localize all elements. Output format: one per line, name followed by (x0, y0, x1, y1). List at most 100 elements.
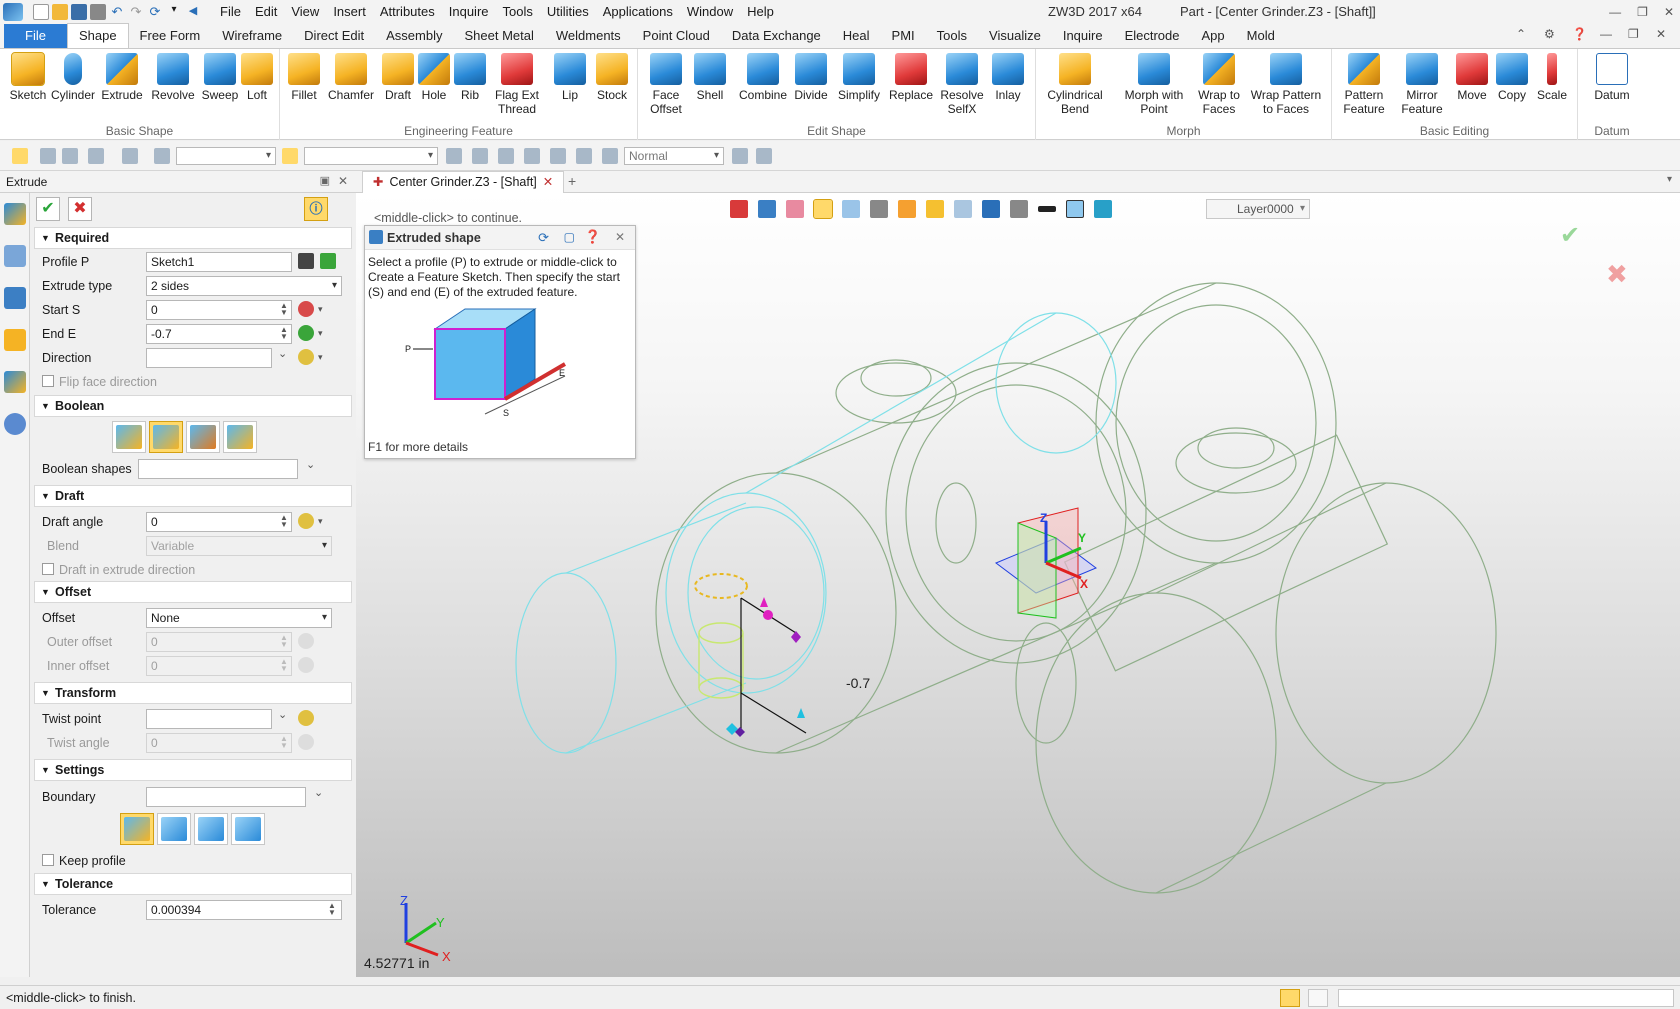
boolean-shapes-input[interactable] (138, 459, 298, 479)
stock-button[interactable]: Stock (592, 53, 632, 102)
combine-button[interactable]: Combine (736, 53, 790, 102)
toolbar-icon-5[interactable] (550, 148, 566, 164)
open-file-icon[interactable] (52, 4, 68, 20)
flip-checkbox[interactable] (42, 375, 54, 387)
inner-offset-input[interactable]: 0 (146, 656, 292, 676)
simplify-button[interactable]: Simplify (834, 53, 884, 102)
menu-edit[interactable]: Edit (248, 0, 284, 24)
twist-point-pick-icon[interactable] (298, 710, 314, 726)
new-tab-icon[interactable]: + (568, 173, 576, 189)
ok-button[interactable]: ✔ (36, 197, 60, 221)
divide-button[interactable]: Divide (790, 53, 832, 102)
twist-angle-spinner[interactable]: ▲ ▼ (280, 735, 288, 750)
inner-offset-spinner[interactable]: ▲ ▼ (280, 658, 288, 673)
toolbar-icon-7[interactable] (732, 148, 748, 164)
help-icon[interactable]: ❓ (1572, 27, 1587, 43)
menu-inquire[interactable]: Inquire (442, 0, 496, 24)
snap-combo[interactable] (304, 147, 438, 165)
twist-angle-pick-icon[interactable] (298, 734, 314, 750)
close-icon[interactable]: ✕ (1664, 0, 1674, 24)
boundary-input[interactable] (146, 787, 306, 807)
extrude-button[interactable]: Extrude (100, 53, 144, 102)
inner-offset-pick-icon[interactable] (298, 657, 314, 673)
tab-data-exchange[interactable]: Data Exchange (721, 24, 832, 48)
select-pointer-icon[interactable] (12, 148, 28, 164)
boundary-option-3-icon[interactable] (194, 813, 228, 845)
base-boolean-icon[interactable] (112, 421, 146, 453)
back-icon[interactable]: ◀ (185, 4, 201, 20)
boundary-option-4-icon[interactable] (231, 813, 265, 845)
filter-icon[interactable] (88, 148, 104, 164)
menu-file[interactable]: File (213, 0, 248, 24)
list-icon[interactable] (1308, 989, 1328, 1007)
tab-weldments[interactable]: Weldments (545, 24, 632, 48)
user-tab-icon[interactable] (3, 413, 26, 435)
help-close-icon[interactable]: ✕ (615, 230, 625, 244)
move-button[interactable]: Move (1452, 53, 1492, 102)
tab-direct-edit[interactable]: Direct Edit (293, 24, 375, 48)
tab-heal[interactable]: Heal (832, 24, 881, 48)
mirror-feature-button[interactable]: Mirror Feature (1394, 53, 1450, 116)
tree-tab-icon[interactable] (3, 287, 26, 309)
layout-icon[interactable] (1280, 989, 1300, 1007)
command-input[interactable] (1338, 989, 1674, 1007)
rib-button[interactable]: Rib (450, 53, 490, 102)
refresh-icon[interactable]: ⟳ (538, 230, 549, 246)
tab-file[interactable]: File (4, 24, 67, 48)
gallery-tab-icon[interactable] (3, 371, 26, 393)
cylindrical-bend-button[interactable]: Cylindrical Bend (1040, 53, 1110, 116)
resolve-selfx-button[interactable]: Resolve SelfX (938, 53, 986, 116)
restore-icon[interactable]: ❐ (1637, 0, 1648, 24)
toolbar-icon-2[interactable] (472, 148, 488, 164)
redo-icon[interactable]: ↷ (128, 4, 144, 20)
add-boolean-icon[interactable] (149, 421, 183, 453)
tolerance-spinner[interactable]: ▲ ▼ (328, 902, 336, 917)
toolbar-icon-8[interactable] (756, 148, 772, 164)
tab-wireframe[interactable]: Wireframe (211, 24, 293, 48)
toolbar-icon-4[interactable] (524, 148, 540, 164)
twist-angle-input[interactable]: 0 (146, 733, 292, 753)
replace-button[interactable]: Replace (888, 53, 934, 102)
gear-icon[interactable]: ⚙ (1544, 27, 1558, 43)
chamfer-button[interactable]: Chamfer (326, 53, 376, 102)
pattern-feature-button[interactable]: Pattern Feature (1334, 53, 1394, 116)
tab-mold[interactable]: Mold (1236, 24, 1286, 48)
keep-profile-checkbox[interactable] (42, 854, 54, 866)
cylinder-button[interactable]: Cylinder (50, 53, 96, 102)
undo-icon[interactable]: ↶ (109, 4, 125, 20)
tab-pmi[interactable]: PMI (881, 24, 926, 48)
end-spinner[interactable]: ▲ ▼ (280, 326, 288, 341)
sketch-button[interactable]: Sketch (6, 52, 50, 102)
double-chevron-icon[interactable]: ⌄ (278, 710, 287, 721)
tab-shape[interactable]: Shape (66, 23, 129, 48)
tab-point-cloud[interactable]: Point Cloud (632, 24, 721, 48)
fillet-button[interactable]: Fillet (284, 53, 324, 102)
start-pick-icon[interactable] (298, 301, 314, 317)
chevron-down-icon[interactable]: ▾ (166, 4, 182, 20)
menu-applications[interactable]: Applications (596, 0, 680, 24)
section-transform[interactable]: Transform (34, 682, 352, 704)
chevron-down-icon[interactable]: ▾ (318, 517, 323, 526)
menu-view[interactable]: View (284, 0, 326, 24)
document-tab[interactable]: ✚ Center Grinder.Z3 - [Shaft] ✕ (362, 171, 565, 193)
section-settings[interactable]: Settings (34, 759, 352, 781)
end-pick-icon[interactable] (298, 325, 314, 341)
draft-button[interactable]: Draft (378, 53, 418, 102)
print-icon[interactable] (90, 4, 106, 20)
refresh-icon[interactable]: ⟳ (147, 4, 163, 20)
tab-close-icon[interactable]: ✕ (543, 175, 553, 189)
draft-dir-checkbox[interactable] (42, 563, 54, 575)
cancel-button[interactable]: ✖ (68, 197, 92, 221)
menu-insert[interactable]: Insert (326, 0, 373, 24)
section-required[interactable]: Required (34, 227, 352, 249)
doc-restore-icon[interactable]: ❐ (1628, 27, 1642, 43)
outer-offset-input[interactable]: 0 (146, 632, 292, 652)
scale-button[interactable]: Scale (1532, 53, 1572, 102)
menu-help[interactable]: Help (740, 0, 781, 24)
tolerance-input[interactable]: 0.000394 (146, 900, 342, 920)
menu-window[interactable]: Window (680, 0, 740, 24)
double-chevron-icon[interactable]: ⌄ (314, 788, 323, 799)
help-icon[interactable]: ❓ (585, 229, 601, 245)
graphics-viewport[interactable]: Layer0000 <middle-click> to continue. (356, 193, 1680, 977)
section-tolerance[interactable]: Tolerance (34, 873, 352, 895)
